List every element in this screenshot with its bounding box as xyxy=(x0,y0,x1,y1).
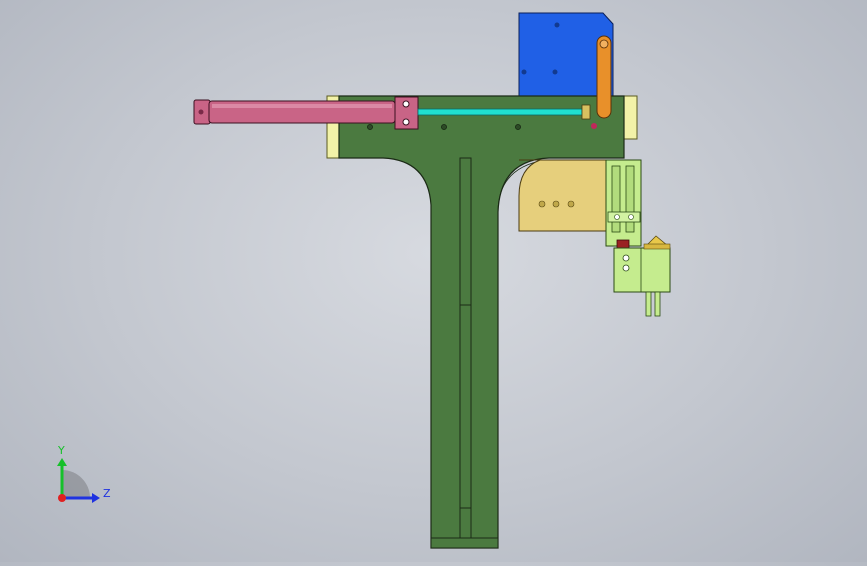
slide-unit[interactable] xyxy=(605,159,642,247)
coordinate-triad[interactable]: Y Z xyxy=(48,440,118,510)
triad-graphic: Y Z xyxy=(57,444,111,503)
clamp-screw xyxy=(402,118,410,126)
frame-hole xyxy=(367,124,373,130)
tan-hole xyxy=(538,200,546,208)
y-axis-label: Y xyxy=(57,444,65,457)
z-axis-label: Z xyxy=(103,487,111,500)
frame-hole xyxy=(515,124,521,130)
z-axis-head xyxy=(92,493,100,503)
y-axis-head xyxy=(57,458,67,466)
slide-screw xyxy=(628,214,634,220)
gripper-screw xyxy=(622,254,630,262)
clamp-screw xyxy=(402,100,410,108)
tan-hole xyxy=(552,200,560,208)
frame-slot xyxy=(459,157,472,539)
triad-plane-arc xyxy=(62,470,90,498)
cad-model-canvas xyxy=(193,12,671,549)
bracket-hole xyxy=(552,69,558,75)
cap-screw xyxy=(198,109,204,115)
arm-pivot xyxy=(599,39,609,49)
x-axis-dot xyxy=(58,494,66,502)
gripper-body[interactable] xyxy=(613,247,671,293)
piston-rod[interactable] xyxy=(417,108,583,116)
foot-plate[interactable] xyxy=(430,537,499,549)
cylinder-highlight xyxy=(212,104,392,108)
rod-end-nut xyxy=(581,104,591,120)
bracket-hole xyxy=(521,69,527,75)
gripper-finger[interactable] xyxy=(654,291,661,317)
arm-pin xyxy=(591,123,597,129)
gripper-finger[interactable] xyxy=(645,291,652,317)
frame-hole xyxy=(441,124,447,130)
gripper-collar xyxy=(643,243,671,250)
tan-block[interactable] xyxy=(518,159,609,232)
gripper-screw xyxy=(622,264,630,272)
bracket-hole xyxy=(554,22,560,28)
cad-viewport[interactable]: Y Z xyxy=(0,0,867,562)
slide-screw xyxy=(614,214,620,220)
slide-clamp xyxy=(607,211,641,223)
spacer-right[interactable] xyxy=(623,95,638,140)
tan-hole xyxy=(567,200,575,208)
